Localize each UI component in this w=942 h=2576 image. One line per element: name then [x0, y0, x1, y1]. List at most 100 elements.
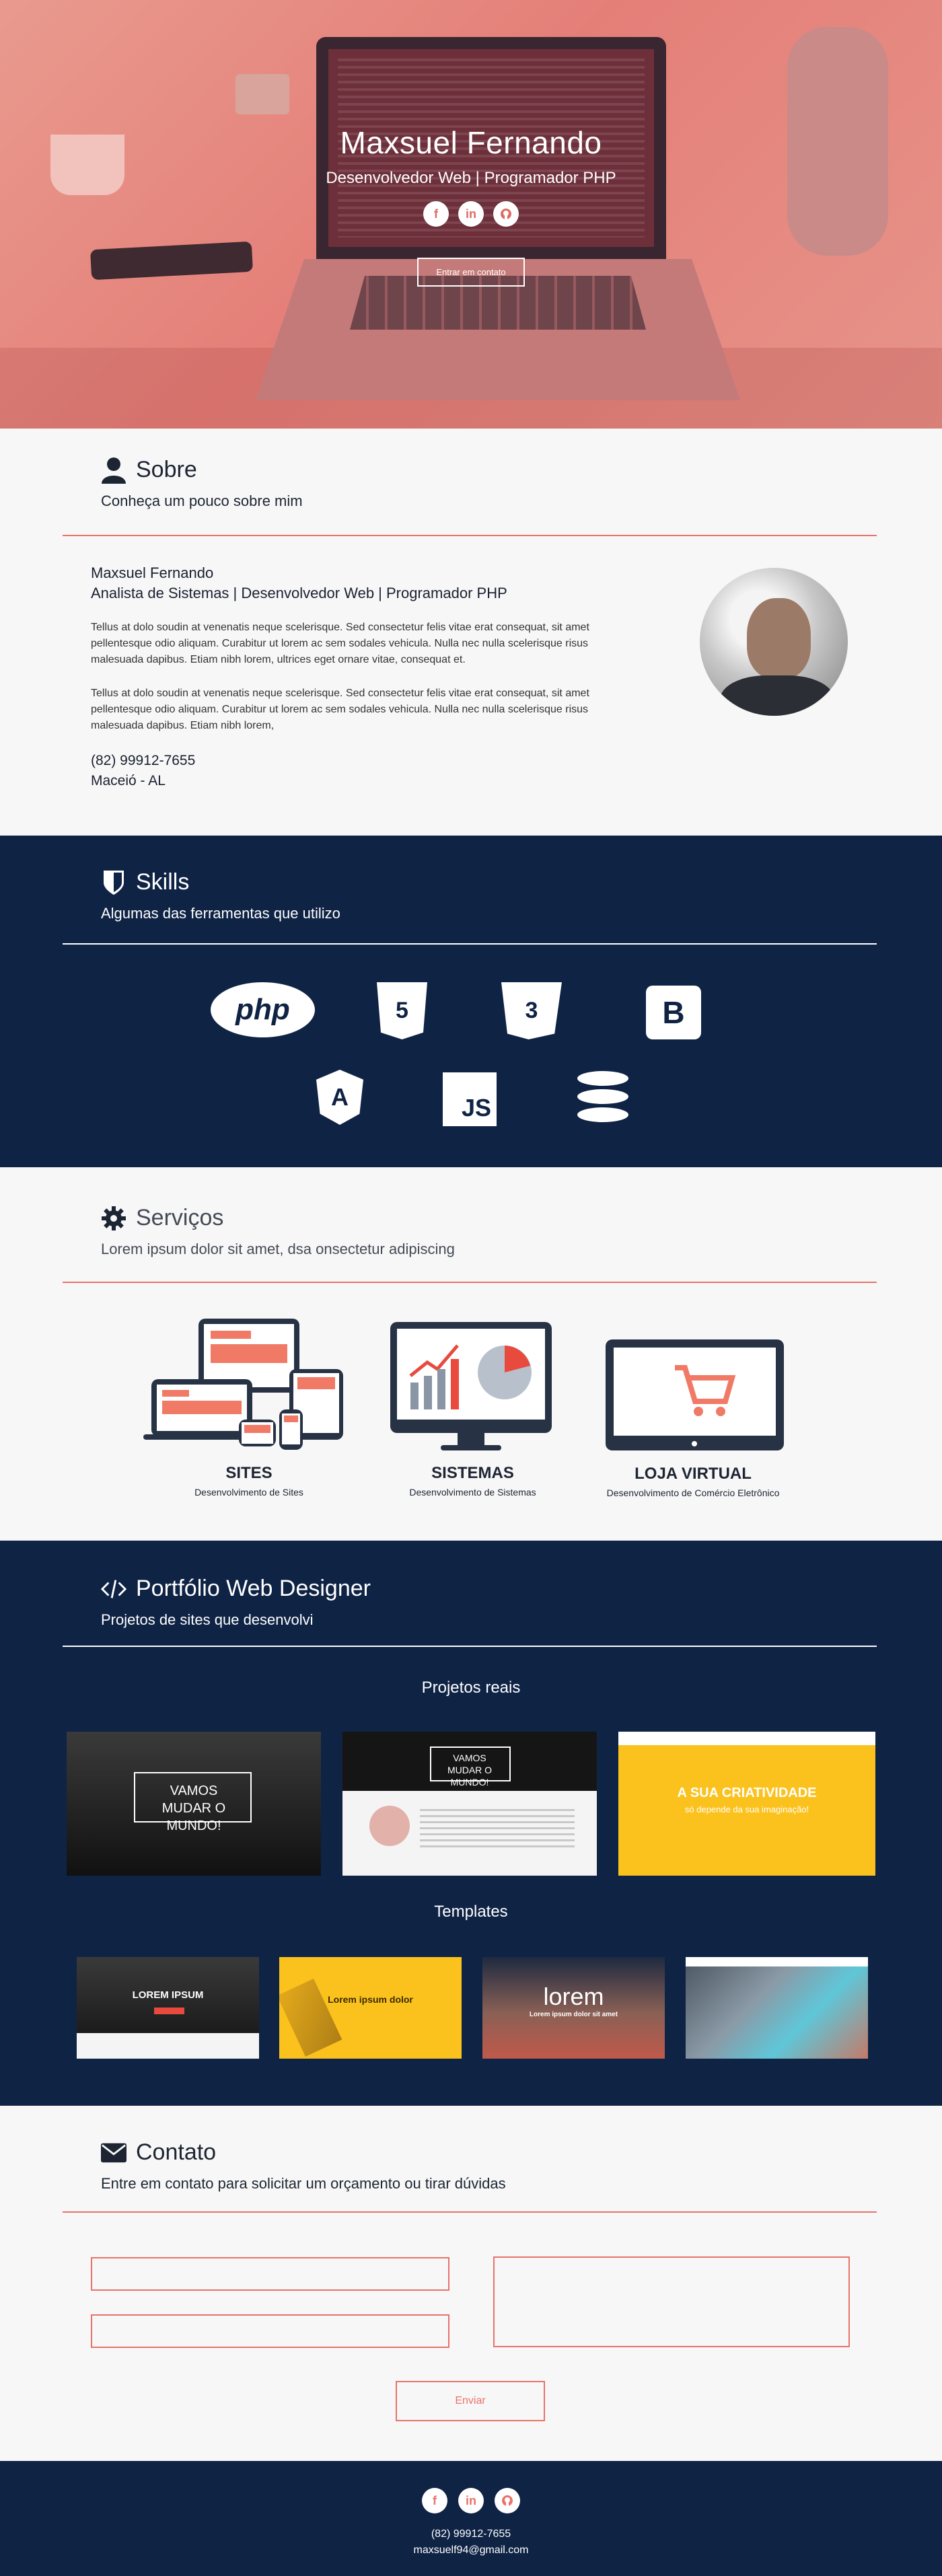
facebook-icon[interactable]: f: [423, 201, 449, 227]
service-loja-virtual: LOJA VIRTUAL Desenvolvimento de Comércio…: [599, 1339, 787, 1498]
gear-icon: [101, 1206, 126, 1231]
css3-icon: 3: [501, 982, 562, 1039]
send-button[interactable]: Enviar: [396, 2381, 545, 2421]
template-3[interactable]: lorem Lorem ipsum dolor sit amet: [481, 1956, 666, 2060]
sobre-title-text: Sobre: [136, 457, 197, 482]
footer: f in (82) 99912-7655 maxsuelf94@gmail.co…: [0, 2461, 942, 2576]
about-phone: (82) 99912-7655: [91, 753, 196, 768]
contato-section: Contato Entre em contato para solicitar …: [0, 2106, 942, 2461]
service-sites-title: SITES: [225, 1464, 273, 1482]
github-icon[interactable]: [493, 201, 519, 227]
service-sistemas-desc: Desenvolvimento de Sistemas: [409, 1487, 536, 1498]
template-3-subtext: Lorem ipsum dolor sit amet: [529, 2011, 618, 2018]
skills-divider: [63, 943, 877, 945]
real-project-2[interactable]: VAMOS MUDAR O MUNDO!: [341, 1730, 598, 1877]
service-loja-desc: Desenvolvimento de Comércio Eletrônico: [606, 1487, 780, 1498]
servicos-title: Serviços: [101, 1205, 455, 1231]
about-name: Maxsuel Fernando: [91, 564, 214, 581]
portfolio-header: Portfólio Web Designer Projetos de sites…: [101, 1576, 371, 1629]
facebook-icon[interactable]: f: [422, 2488, 447, 2513]
hero-subtitle: Desenvolvedor Web | Programador PHP: [326, 169, 616, 187]
html5-icon: 5: [377, 982, 427, 1039]
portfolio-title: Portfólio Web Designer: [101, 1576, 371, 1602]
service-sites-desc: Desenvolvimento de Sites: [194, 1487, 303, 1498]
plant-image: [236, 74, 289, 114]
template-2[interactable]: Lorem ipsum dolor: [278, 1956, 463, 2060]
template-3-text: lorem: [543, 1983, 604, 2010]
footer-socials: f in: [0, 2488, 942, 2513]
service-sistemas: SISTEMAS Desenvolvimento de Sistemas: [384, 1322, 562, 1498]
name-field[interactable]: [91, 2257, 449, 2291]
linkedin-icon[interactable]: in: [458, 201, 484, 227]
servicos-divider: [63, 1282, 877, 1283]
hero-section: Maxsuel Fernando Desenvolvedor Web | Pro…: [0, 0, 942, 429]
shield-icon: [101, 870, 126, 895]
footer-phone: (82) 99912-7655: [431, 2528, 511, 2540]
real-project-3-subtext: só depende da sua imaginação!: [684, 1804, 809, 1814]
linkedin-icon[interactable]: in: [458, 2488, 484, 2513]
user-icon: [101, 457, 126, 484]
contato-header: Contato Entre em contato para solicitar …: [101, 2139, 506, 2193]
database-icon: [577, 1070, 628, 1126]
contato-title: Contato: [101, 2139, 506, 2166]
dashboard-illustration: [384, 1322, 562, 1453]
about-text: Maxsuel Fernando Analista de Sistemas | …: [91, 564, 629, 789]
contato-title-text: Contato: [136, 2139, 217, 2165]
skills-header: Skills Algumas das ferramentas que utili…: [101, 869, 340, 922]
skills-title: Skills: [101, 869, 340, 895]
php-icon: php: [211, 982, 315, 1037]
envelope-icon: [101, 2140, 126, 2166]
servicos-subtitle: Lorem ipsum dolor sit amet, dsa onsectet…: [101, 1241, 455, 1257]
template-2-text: Lorem ipsum dolor: [328, 1994, 413, 2005]
devices-illustration: [143, 1319, 347, 1453]
servicos-header: Serviços Lorem ipsum dolor sit amet, dsa…: [101, 1205, 455, 1258]
hero-name: Maxsuel Fernando: [340, 125, 602, 160]
real-project-3-text: A SUA CRIATIVIDADE: [677, 1786, 817, 1800]
service-loja-title: LOJA VIRTUAL: [635, 1465, 752, 1483]
about-city: Maceió - AL: [91, 773, 166, 788]
real-project-1-text: VAMOS MUDAR O MUNDO!: [161, 1783, 226, 1833]
about-role: Analista de Sistemas | Desenvolvedor Web…: [91, 585, 507, 601]
real-project-2-text: VAMOS MUDAR O MUNDO!: [447, 1753, 493, 1788]
portfolio-section: Portfólio Web Designer Projetos de sites…: [0, 1541, 942, 2106]
bootstrap-icon: B: [646, 986, 701, 1039]
hero-socials: f in: [0, 201, 942, 227]
code-icon: [101, 1576, 126, 1602]
about-paragraph-2: Tellus at dolo soudin at venenatis neque…: [91, 688, 589, 731]
avatar: [700, 568, 848, 716]
real-project-1[interactable]: VAMOS MUDAR O MUNDO!: [65, 1730, 322, 1877]
javascript-icon: JS: [443, 1072, 497, 1126]
contact-cta-button[interactable]: Entrar em contato: [417, 258, 525, 287]
sobre-divider: [63, 535, 877, 536]
hero-content: Maxsuel Fernando Desenvolvedor Web | Pro…: [0, 124, 942, 287]
footer-email: maxsuelf94@gmail.com: [413, 2544, 529, 2556]
sobre-section: Sobre Conheça um pouco sobre mim Maxsuel…: [0, 429, 942, 836]
angular-icon: A: [316, 1070, 363, 1125]
servicos-section: Serviços Lorem ipsum dolor sit amet, dsa…: [0, 1167, 942, 1541]
sobre-title: Sobre: [101, 457, 303, 484]
service-sites: SITES Desenvolvimento de Sites: [143, 1319, 347, 1498]
message-field[interactable]: [493, 2256, 850, 2347]
skills-subtitle: Algumas das ferramentas que utilizo: [101, 905, 340, 922]
real-projects-label: Projetos reais: [421, 1679, 521, 1697]
github-icon[interactable]: [495, 2488, 520, 2513]
skills-section: Skills Algumas das ferramentas que utili…: [0, 836, 942, 1167]
email-field[interactable]: [91, 2314, 449, 2348]
templates-label: Templates: [434, 1903, 508, 1921]
skills-title-text: Skills: [136, 869, 190, 895]
servicos-title-text: Serviços: [136, 1205, 224, 1230]
about-paragraph-1: Tellus at dolo soudin at venenatis neque…: [91, 622, 589, 665]
template-1-text: LOREM IPSUM: [132, 1989, 204, 2001]
sobre-subtitle: Conheça um pouco sobre mim: [101, 492, 303, 509]
portfolio-title-text: Portfólio Web Designer: [136, 1576, 371, 1601]
portfolio-subtitle: Projetos de sites que desenvolvi: [101, 1611, 314, 1628]
contato-subtitle: Entre em contato para solicitar um orçam…: [101, 2175, 506, 2192]
service-sistemas-title: SISTEMAS: [431, 1464, 514, 1482]
sobre-header: Sobre Conheça um pouco sobre mim: [101, 457, 303, 510]
contato-divider: [63, 2211, 877, 2213]
portfolio-divider: [63, 1646, 877, 1647]
real-project-3[interactable]: A SUA CRIATIVIDADE só depende da sua ima…: [617, 1730, 877, 1877]
cart-illustration: [599, 1339, 787, 1454]
template-4[interactable]: [684, 1956, 869, 2060]
template-1[interactable]: LOREM IPSUM: [75, 1956, 260, 2060]
